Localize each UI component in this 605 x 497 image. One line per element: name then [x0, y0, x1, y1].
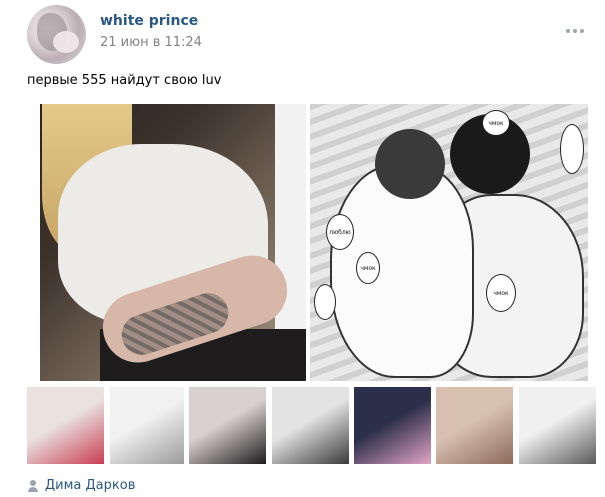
more-dot	[580, 29, 584, 33]
speech-bubble: чмок	[356, 252, 380, 284]
thumbnail-6[interactable]	[436, 387, 513, 464]
speech-bubble-empty	[314, 284, 336, 320]
speech-bubble: чмок	[482, 110, 510, 136]
thumbnail-7[interactable]	[519, 387, 596, 464]
photo-thumbnails	[27, 387, 596, 464]
post-date[interactable]: 21 июн в 11:24	[100, 35, 202, 50]
attachment-author-name[interactable]: Дима Дарков	[45, 478, 135, 493]
speech-bubble-empty	[560, 124, 584, 174]
manga-hair-1	[375, 129, 445, 199]
thumbnail-2[interactable]	[110, 387, 184, 464]
post-text: первые 555 найдут свою luv	[27, 73, 222, 88]
wall-post: white prince 21 июн в 11:24 первые 555 н…	[0, 0, 605, 497]
thumbnail-5[interactable]	[354, 387, 431, 464]
thumbnail-1[interactable]	[27, 387, 104, 464]
speech-bubble: чмок	[486, 274, 516, 312]
post-photo-1[interactable]	[40, 104, 306, 381]
avatar-highlight	[53, 31, 79, 53]
thumbnail-3[interactable]	[189, 387, 266, 464]
author-name[interactable]: white prince	[100, 13, 198, 29]
attachment-author[interactable]: Дима Дарков	[27, 478, 135, 493]
thumbnail-4[interactable]	[272, 387, 349, 464]
more-dot	[573, 29, 577, 33]
post-photo-2[interactable]: чмок люблю чмок чмок	[310, 104, 588, 381]
more-dot	[566, 29, 570, 33]
more-horizontal-icon[interactable]	[566, 26, 586, 36]
person-icon	[27, 479, 39, 492]
speech-bubble: люблю	[326, 214, 354, 250]
author-avatar[interactable]	[27, 5, 86, 64]
